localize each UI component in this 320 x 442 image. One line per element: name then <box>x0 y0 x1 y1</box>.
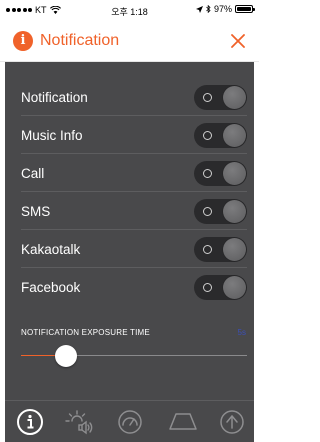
setting-label-music-info: Music Info <box>21 128 83 143</box>
toggle-music-info[interactable] <box>194 123 247 148</box>
location-arrow-icon <box>195 5 203 13</box>
toggle-knob <box>223 162 246 185</box>
setting-row-notification: Notification <box>21 78 247 116</box>
nav-gauge[interactable] <box>113 405 147 439</box>
toggle-sms[interactable] <box>194 199 247 224</box>
exposure-time-value: 5s <box>237 328 246 337</box>
toggle-off-ring-icon <box>203 169 212 178</box>
setting-label-kakaotalk: Kakaotalk <box>21 242 81 257</box>
setting-row-facebook: Facebook <box>21 268 247 306</box>
status-bar: KT 오후 1:18 97% <box>0 0 259 20</box>
bluetooth-icon <box>206 5 211 13</box>
toggle-knob <box>223 238 246 261</box>
upload-icon <box>220 410 244 434</box>
toggle-knob <box>223 200 246 223</box>
toggle-facebook[interactable] <box>194 275 247 300</box>
toggle-knob <box>223 276 246 299</box>
info-badge-icon: i <box>13 31 33 51</box>
toggle-off-ring-icon <box>203 207 212 216</box>
slider-thumb[interactable] <box>55 345 78 367</box>
battery-percent: 97% <box>213 4 232 14</box>
toggle-knob <box>223 86 246 109</box>
setting-label-sms: SMS <box>21 204 51 219</box>
toggle-kakaotalk[interactable] <box>194 237 247 262</box>
toggle-off-ring-icon <box>203 93 212 102</box>
close-button[interactable] <box>225 28 251 54</box>
setting-row-sms: SMS <box>21 192 247 230</box>
toggle-notification[interactable] <box>194 85 247 110</box>
toggle-call[interactable] <box>194 161 247 186</box>
nav-upload[interactable] <box>215 405 249 439</box>
setting-row-music-info: Music Info <box>21 116 247 154</box>
exposure-time-slider[interactable] <box>21 344 247 368</box>
toggle-off-ring-icon <box>203 245 212 254</box>
exposure-time-label: NOTIFICATION EXPOSURE TIME <box>21 328 150 337</box>
status-right: 97% <box>195 4 255 14</box>
info-icon <box>17 409 43 435</box>
nav-light-sound[interactable] <box>62 405 96 439</box>
gauge-icon <box>118 410 142 434</box>
setting-label-notification: Notification <box>21 90 88 105</box>
setting-label-facebook: Facebook <box>21 280 81 295</box>
light-sound-icon <box>65 410 93 435</box>
trapezoid-icon <box>169 413 197 430</box>
nav-trapezoid[interactable] <box>166 405 200 439</box>
toggle-off-ring-icon <box>203 283 212 292</box>
toggle-knob <box>223 124 246 147</box>
nav-info[interactable] <box>13 405 47 439</box>
setting-row-call: Call <box>21 154 247 192</box>
header: i Notification <box>0 20 259 62</box>
setting-label-call: Call <box>21 166 45 181</box>
page-title: Notification <box>40 32 120 49</box>
setting-row-kakaotalk: Kakaotalk <box>21 230 247 268</box>
toggle-off-ring-icon <box>203 131 212 140</box>
bottom-nav <box>5 400 254 442</box>
close-icon <box>231 34 245 48</box>
settings-panel: Notification Music Info Call SMS Kakaota… <box>5 62 254 400</box>
battery-icon <box>235 5 255 13</box>
